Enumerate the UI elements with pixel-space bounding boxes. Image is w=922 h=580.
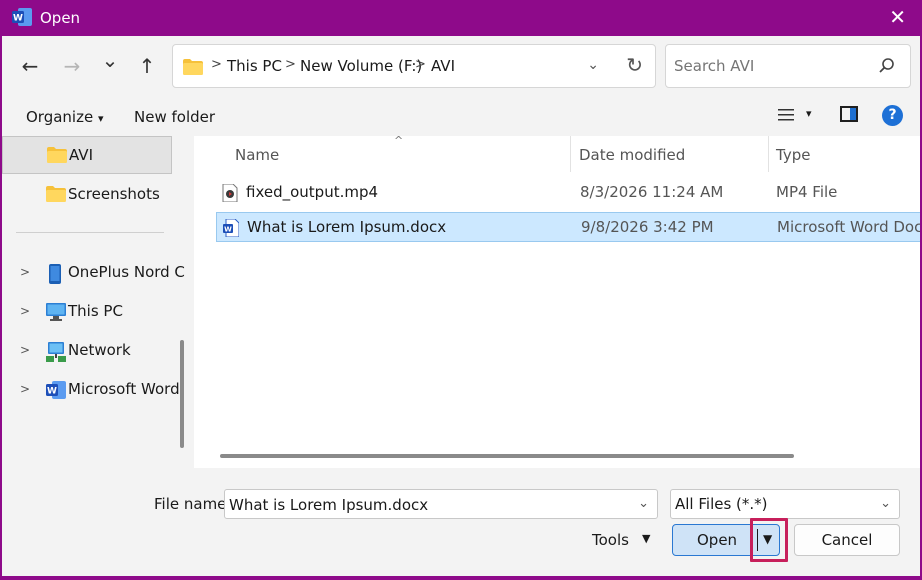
title-bar: W Open ✕ bbox=[2, 0, 920, 36]
help-icon[interactable]: ? bbox=[882, 105, 903, 126]
svg-text:W: W bbox=[224, 225, 232, 233]
highlight-annotation-box bbox=[750, 518, 788, 562]
phone-icon bbox=[49, 264, 61, 284]
file-type: MP4 File bbox=[776, 183, 838, 201]
sidebar-item-microsoft-word[interactable]: > W Microsoft Word bbox=[2, 371, 180, 409]
window-title: Open bbox=[40, 9, 81, 27]
chevron-down-icon: ⌄ bbox=[880, 496, 891, 511]
view-caret-icon: ▾ bbox=[806, 107, 812, 120]
file-name-input[interactable] bbox=[229, 495, 629, 515]
sidebar-item-oneplus-nord[interactable]: > OnePlus Nord C bbox=[2, 254, 185, 292]
back-arrow-icon[interactable]: ← bbox=[18, 54, 42, 78]
file-type-select[interactable]: All Files (*.*) ⌄ bbox=[670, 489, 900, 519]
horizontal-scrollbar[interactable] bbox=[220, 454, 794, 458]
breadcrumb-separator: > bbox=[415, 57, 426, 72]
view-options-button[interactable]: ▾ bbox=[778, 107, 812, 126]
folder-icon bbox=[46, 186, 66, 202]
expand-chevron-icon[interactable]: > bbox=[20, 304, 30, 318]
open-button-label: Open bbox=[697, 531, 738, 549]
video-file-icon bbox=[222, 184, 238, 202]
breadcrumb-avi[interactable]: AVI bbox=[431, 57, 455, 75]
folder-icon bbox=[47, 147, 67, 163]
sidebar-item-label: OnePlus Nord C bbox=[68, 263, 185, 281]
expand-chevron-icon[interactable]: > bbox=[20, 382, 30, 396]
refresh-icon[interactable]: ↻ bbox=[626, 53, 643, 77]
column-header-name[interactable]: Name bbox=[235, 146, 279, 164]
column-header-date-modified[interactable]: Date modified bbox=[579, 146, 685, 164]
file-type-value: All Files (*.*) bbox=[675, 495, 768, 513]
address-dropdown-icon[interactable]: ⌄ bbox=[587, 57, 599, 73]
preview-pane-icon[interactable] bbox=[840, 106, 858, 122]
new-folder-button[interactable]: New folder bbox=[134, 108, 215, 126]
address-bar[interactable]: > This PC > New Volume (F:) > AVI ⌄ ↻ bbox=[172, 44, 656, 88]
search-box[interactable] bbox=[665, 44, 911, 88]
file-list: ^ Name Date modified Type fixed_output.m… bbox=[194, 134, 922, 468]
tools-caret-icon[interactable]: ▼ bbox=[642, 532, 650, 545]
sidebar-item-this-pc[interactable]: > This PC bbox=[2, 293, 172, 331]
breadcrumb-this-pc[interactable]: This PC bbox=[227, 57, 282, 75]
sidebar-scrollbar[interactable] bbox=[180, 340, 184, 448]
word-app-icon: W bbox=[12, 8, 32, 26]
expand-chevron-icon[interactable]: > bbox=[20, 343, 30, 357]
dialog-footer: File name: ⌄ All Files (*.*) ⌄ Tools ▼ O… bbox=[2, 468, 920, 576]
file-date: 8/3/2026 11:24 AM bbox=[580, 183, 724, 201]
navigation-pane: AVI Screenshots > OnePlus Nord C > This … bbox=[2, 136, 188, 468]
file-row-fixed-output[interactable]: fixed_output.mp4 8/3/2026 11:24 AM MP4 F… bbox=[216, 178, 920, 208]
breadcrumb-separator: > bbox=[285, 57, 296, 72]
network-icon bbox=[46, 342, 66, 362]
file-name: What is Lorem Ipsum.docx bbox=[247, 218, 447, 236]
sidebar-item-label: Network bbox=[68, 341, 131, 359]
sidebar-item-network[interactable]: > Network bbox=[2, 332, 172, 370]
cancel-button[interactable]: Cancel bbox=[794, 524, 900, 556]
organize-caret-icon: ▾ bbox=[97, 112, 104, 125]
file-name: fixed_output.mp4 bbox=[246, 183, 379, 201]
breadcrumb-separator: > bbox=[211, 57, 222, 72]
search-input[interactable] bbox=[674, 55, 874, 77]
sidebar-item-avi[interactable]: AVI bbox=[2, 136, 172, 174]
sidebar-item-label: Screenshots bbox=[68, 185, 160, 203]
file-name-combobox[interactable]: ⌄ bbox=[224, 489, 658, 519]
sidebar-item-screenshots[interactable]: Screenshots bbox=[2, 176, 172, 214]
open-file-dialog: W Open ✕ ← → ⌄ ↑ > This PC > New Volume … bbox=[0, 0, 922, 578]
column-divider[interactable] bbox=[768, 136, 769, 172]
breadcrumb-new-volume[interactable]: New Volume (F:) bbox=[300, 57, 422, 75]
file-date: 9/8/2026 3:42 PM bbox=[581, 218, 714, 236]
folder-icon bbox=[183, 59, 203, 75]
sidebar-item-label: Microsoft Word bbox=[68, 380, 180, 398]
navigation-bar: ← → ⌄ ↑ > This PC > New Volume (F:) > AV… bbox=[2, 36, 920, 96]
word-icon: W bbox=[46, 381, 66, 399]
file-name-label: File name: bbox=[154, 495, 232, 513]
organize-label: Organize bbox=[26, 108, 94, 126]
svg-text:W: W bbox=[47, 387, 57, 397]
list-view-icon bbox=[778, 109, 794, 121]
svg-text:W: W bbox=[13, 14, 23, 24]
tools-button[interactable]: Tools bbox=[592, 531, 629, 549]
organize-button[interactable]: Organize ▾ bbox=[26, 108, 104, 126]
column-header-type[interactable]: Type bbox=[776, 146, 810, 164]
recent-locations-chevron-icon[interactable]: ⌄ bbox=[98, 48, 122, 72]
chevron-down-icon[interactable]: ⌄ bbox=[638, 496, 649, 511]
monitor-icon bbox=[46, 303, 66, 321]
up-arrow-icon[interactable]: ↑ bbox=[135, 54, 159, 78]
forward-arrow-icon[interactable]: → bbox=[60, 54, 84, 78]
command-bar: Organize ▾ New folder ▾ ? bbox=[2, 96, 920, 136]
sidebar-item-label: This PC bbox=[68, 302, 123, 320]
word-document-icon: W bbox=[223, 219, 239, 237]
search-icon[interactable] bbox=[878, 57, 896, 75]
file-row-what-is-lorem-ipsum[interactable]: W What is Lorem Ipsum.docx 9/8/2026 3:42… bbox=[216, 212, 922, 242]
sidebar-item-label: AVI bbox=[69, 146, 93, 164]
column-divider[interactable] bbox=[570, 136, 571, 172]
file-type: Microsoft Word Doc... bbox=[777, 218, 922, 236]
cancel-button-label: Cancel bbox=[821, 531, 873, 549]
close-icon[interactable]: ✕ bbox=[889, 5, 906, 29]
expand-chevron-icon[interactable]: > bbox=[20, 265, 30, 279]
sort-ascending-icon: ^ bbox=[394, 134, 404, 147]
sidebar-divider bbox=[16, 232, 164, 233]
